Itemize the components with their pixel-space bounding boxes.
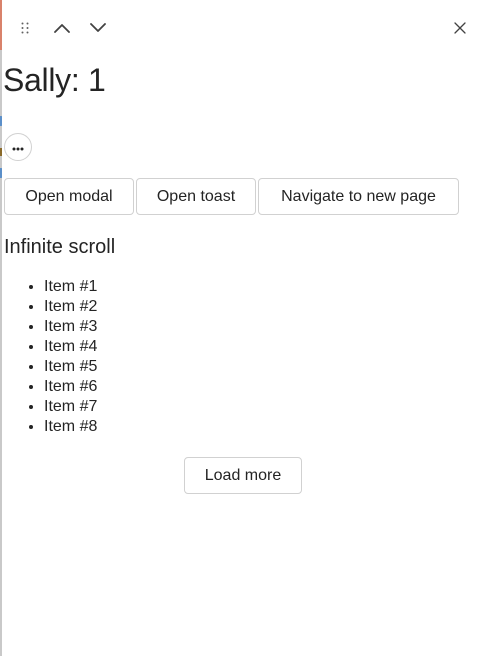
list-item: Item #3 [44,317,97,337]
list-item: Item #4 [44,337,97,357]
list-item: Item #8 [44,417,97,437]
drawer-panel: Sally: 1 Open modal Open toast Navigate … [2,0,483,656]
section-heading: Infinite scroll [4,236,116,258]
drag-grip-icon[interactable] [12,14,38,42]
list-item: Item #7 [44,397,97,417]
infinite-scroll-list: Item #1 Item #2 Item #3 Item #4 Item #5 … [4,277,97,437]
list-item: Item #1 [44,277,97,297]
drawer-header [2,0,483,56]
close-icon[interactable] [446,14,474,42]
navigate-new-page-button[interactable]: Navigate to new page [258,178,459,215]
open-toast-button[interactable]: Open toast [136,178,256,215]
more-horizontal-icon [12,138,24,156]
list-item: Item #6 [44,377,97,397]
open-modal-button[interactable]: Open modal [4,178,134,215]
list-item: Item #5 [44,357,97,377]
chevron-down-icon[interactable] [84,14,112,42]
page-title: Sally: 1 [3,62,106,98]
action-button-row: Open modal Open toast Navigate to new pa… [4,178,459,215]
chevron-up-icon[interactable] [48,14,76,42]
more-options-button[interactable] [4,133,32,161]
app-viewport: Sally: 1 Open modal Open toast Navigate … [0,0,483,656]
drawer-body: Sally: 1 Open modal Open toast Navigate … [3,60,473,435]
load-more-button[interactable]: Load more [184,457,302,494]
list-item: Item #2 [44,297,97,317]
